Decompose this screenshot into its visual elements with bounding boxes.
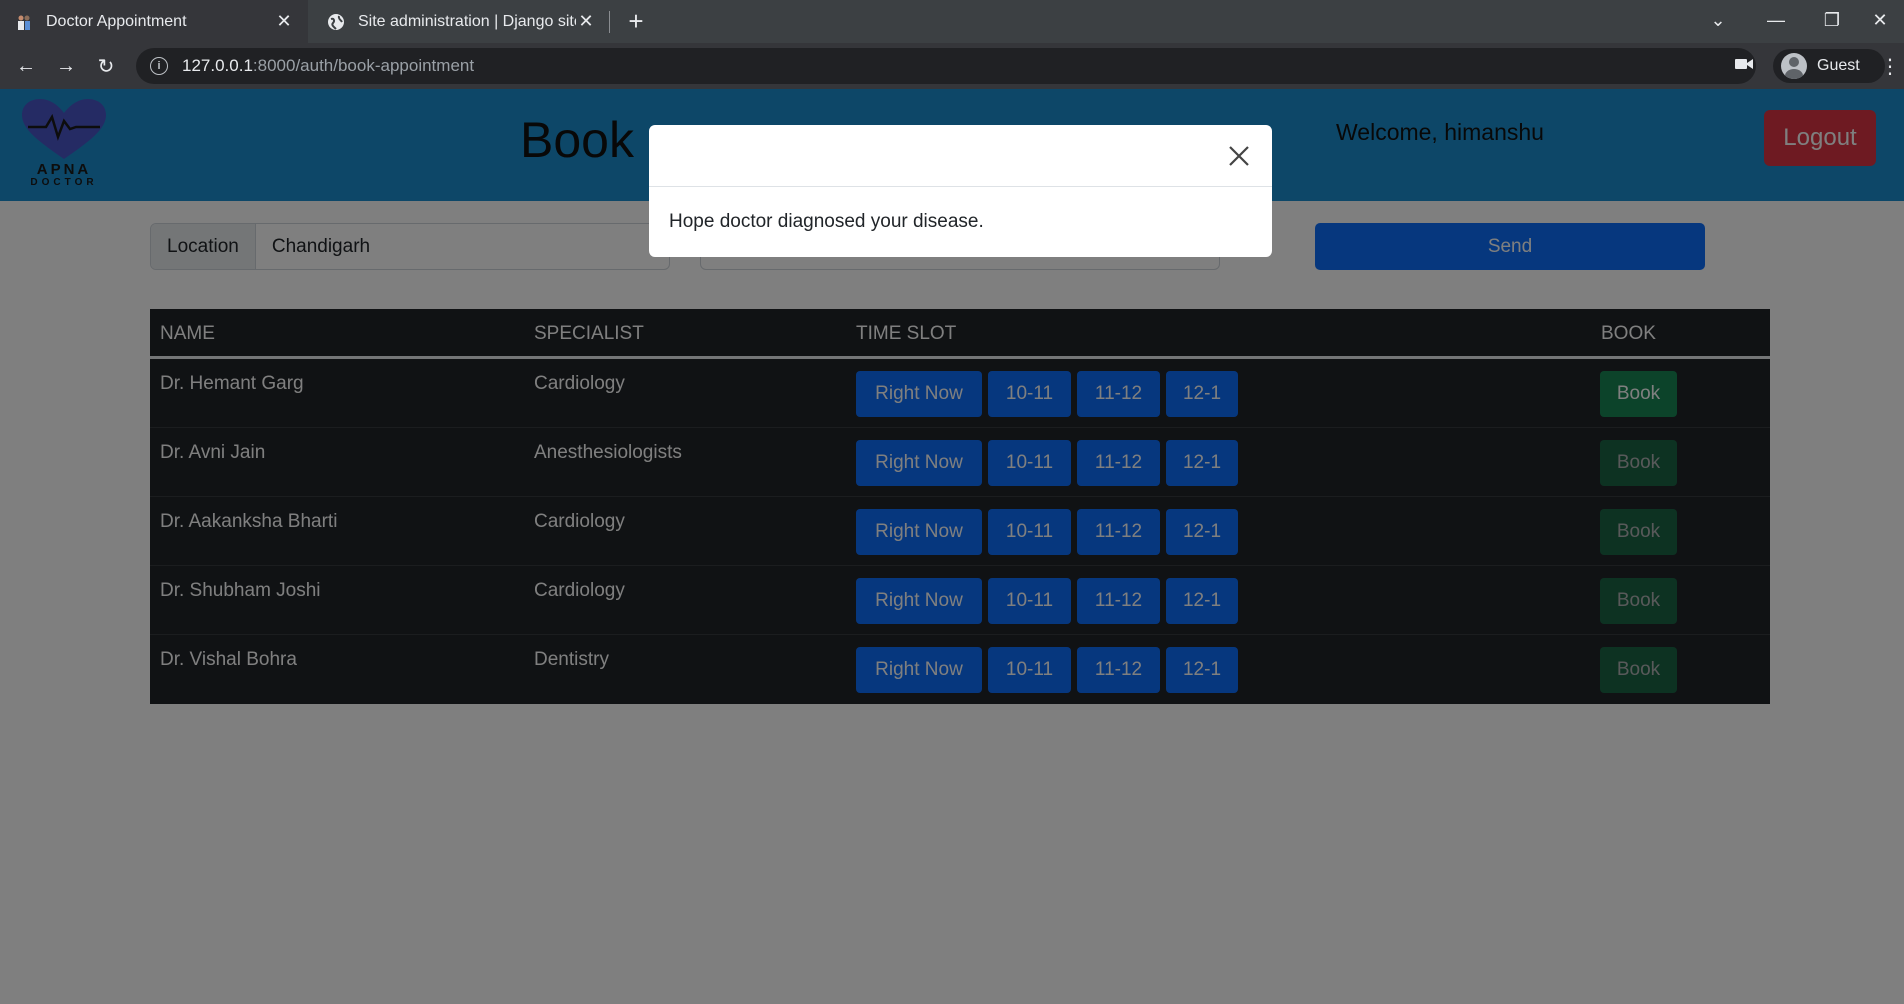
new-tab-icon[interactable]: + xyxy=(620,5,652,37)
reload-icon[interactable]: ↻ xyxy=(90,50,122,82)
back-arrow-icon[interactable]: ← xyxy=(10,50,42,82)
message-modal: Hope doctor diagnosed your disease. xyxy=(649,125,1272,257)
tab-separator xyxy=(609,11,610,33)
globe-icon xyxy=(326,12,346,32)
window-close-icon[interactable]: ✕ xyxy=(1852,0,1904,40)
avatar-icon xyxy=(1781,53,1807,79)
modal-close-icon[interactable] xyxy=(1224,141,1254,171)
forward-arrow-icon[interactable]: → xyxy=(50,50,82,82)
url-host: 127.0.0.1 xyxy=(182,56,253,75)
url-path: :8000/auth/book-appointment xyxy=(252,56,475,75)
close-tab-icon[interactable]: ✕ xyxy=(274,11,294,32)
site-info-icon[interactable]: i xyxy=(150,57,168,75)
tab-doctor-appointment[interactable]: Doctor Appointment ✕ xyxy=(0,0,308,43)
more-menu-icon[interactable]: ⋮ xyxy=(1880,50,1900,82)
close-tab-icon[interactable]: ✕ xyxy=(576,11,596,32)
camera-icon[interactable] xyxy=(1735,57,1753,75)
tab-search-chevron-icon[interactable]: ⌄ xyxy=(1690,0,1746,40)
address-bar[interactable]: i 127.0.0.1:8000/auth/book-appointment xyxy=(136,48,1756,84)
modal-message: Hope doctor diagnosed your disease. xyxy=(669,211,984,232)
minimize-icon[interactable]: — xyxy=(1748,0,1804,40)
tab-django-admin[interactable]: Site administration | Django site ✕ xyxy=(312,0,610,43)
profile-label: Guest xyxy=(1817,57,1860,74)
tab-title: Doctor Appointment xyxy=(46,12,187,30)
modal-header xyxy=(649,125,1272,187)
browser-tabstrip: Doctor Appointment ✕ Site administration… xyxy=(0,0,1904,43)
doctor-favicon-icon xyxy=(14,12,34,32)
profile-button[interactable]: Guest xyxy=(1773,49,1885,83)
browser-toolbar: ← → ↻ i 127.0.0.1:8000/auth/book-appoint… xyxy=(0,43,1904,89)
tab-title: Site administration | Django site xyxy=(358,12,576,30)
